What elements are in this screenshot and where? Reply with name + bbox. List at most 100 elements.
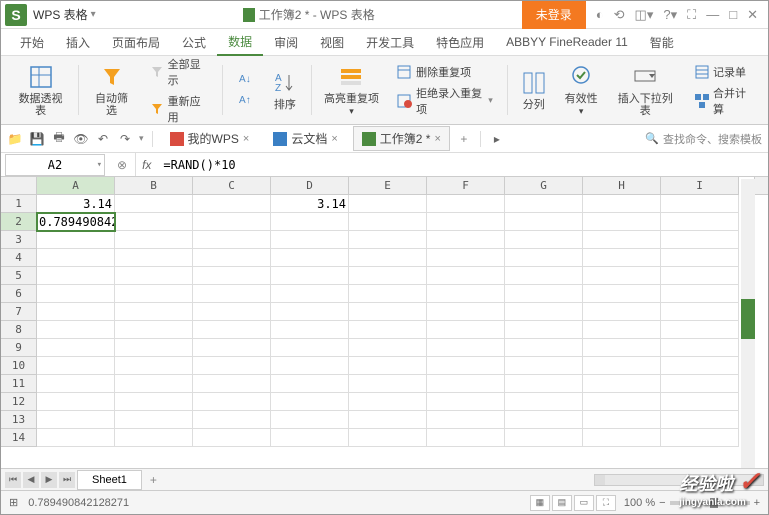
cell-E7[interactable] <box>349 303 427 321</box>
name-box-dropdown-icon[interactable]: ▾ <box>97 160 102 170</box>
cell-H8[interactable] <box>583 321 661 339</box>
cell-H3[interactable] <box>583 231 661 249</box>
cell-A3[interactable] <box>37 231 115 249</box>
cell-D13[interactable] <box>271 411 349 429</box>
add-sheet-icon[interactable]: + <box>144 471 163 489</box>
cell-I9[interactable] <box>661 339 739 357</box>
pin-icon[interactable]: ◫▾ <box>635 7 654 23</box>
insert-dropdown-button[interactable]: 插入下拉列表 <box>609 61 682 119</box>
row-header-10[interactable]: 10 <box>1 357 37 375</box>
reading-view-icon[interactable]: ▭ <box>574 495 594 511</box>
cell-I6[interactable] <box>661 285 739 303</box>
cell-C4[interactable] <box>193 249 271 267</box>
open-icon[interactable]: 📁 <box>7 131 23 147</box>
cell-A12[interactable] <box>37 393 115 411</box>
cell-G8[interactable] <box>505 321 583 339</box>
cell-I3[interactable] <box>661 231 739 249</box>
fx-icon[interactable]: fx <box>136 158 157 172</box>
cell-E6[interactable] <box>349 285 427 303</box>
pivot-table-button[interactable]: 数据透视表 <box>9 61 72 119</box>
cell-E9[interactable] <box>349 339 427 357</box>
save-icon[interactable]: 💾 <box>29 131 45 147</box>
undo-icon[interactable]: ↶ <box>95 131 111 147</box>
cell-F10[interactable] <box>427 357 505 375</box>
vertical-scrollbar[interactable] <box>741 179 755 490</box>
cell-A7[interactable] <box>37 303 115 321</box>
formula-input[interactable]: =RAND()*10 <box>157 153 768 176</box>
cell-F3[interactable] <box>427 231 505 249</box>
cell-A1[interactable]: 3.14 <box>37 195 115 213</box>
col-header-A[interactable]: A <box>37 177 115 195</box>
cell-F1[interactable] <box>427 195 505 213</box>
zoom-level[interactable]: 100 % <box>624 497 655 509</box>
cell-C9[interactable] <box>193 339 271 357</box>
cell-D10[interactable] <box>271 357 349 375</box>
select-all-corner[interactable] <box>1 177 37 195</box>
cell-B9[interactable] <box>115 339 193 357</box>
cell-B11[interactable] <box>115 375 193 393</box>
cell-G7[interactable] <box>505 303 583 321</box>
menu-特色应用[interactable]: 特色应用 <box>425 30 495 55</box>
cell-A10[interactable] <box>37 357 115 375</box>
doctab-cloud[interactable]: 云文档 × <box>264 126 346 151</box>
cell-C2[interactable] <box>193 213 271 231</box>
cell-B12[interactable] <box>115 393 193 411</box>
zoom-in-icon[interactable]: + <box>754 497 760 509</box>
menu-审阅[interactable]: 审阅 <box>263 30 309 55</box>
minimize-icon[interactable]: — <box>706 7 719 22</box>
cell-E3[interactable] <box>349 231 427 249</box>
help-icon[interactable]: ?▾ <box>663 7 677 23</box>
cell-F5[interactable] <box>427 267 505 285</box>
tab-list-icon[interactable]: ▸ <box>489 131 505 147</box>
cell-E4[interactable] <box>349 249 427 267</box>
ribbon-toggle-icon[interactable]: ⛶ <box>687 7 696 23</box>
cell-F4[interactable] <box>427 249 505 267</box>
cell-A5[interactable] <box>37 267 115 285</box>
cell-B6[interactable] <box>115 285 193 303</box>
cell-I8[interactable] <box>661 321 739 339</box>
sheet-first-icon[interactable]: ⏮ <box>5 472 21 488</box>
cell-G5[interactable] <box>505 267 583 285</box>
cell-A14[interactable] <box>37 429 115 447</box>
sort-asc-button[interactable]: A↓ <box>233 70 257 90</box>
cell-I11[interactable] <box>661 375 739 393</box>
menu-视图[interactable]: 视图 <box>309 30 355 55</box>
menu-智能[interactable]: 智能 <box>639 30 685 55</box>
cell-A2[interactable]: 0.789490842 <box>37 213 115 231</box>
row-header-13[interactable]: 13 <box>1 411 37 429</box>
cell-H10[interactable] <box>583 357 661 375</box>
col-header-F[interactable]: F <box>427 177 505 195</box>
row-header-4[interactable]: 4 <box>1 249 37 267</box>
cell-G10[interactable] <box>505 357 583 375</box>
row-header-1[interactable]: 1 <box>1 195 37 213</box>
cell-E2[interactable] <box>349 213 427 231</box>
reapply-button[interactable]: 重新应用 <box>146 91 212 127</box>
cell-H6[interactable] <box>583 285 661 303</box>
sort-button[interactable]: AZ 排序 <box>265 67 305 113</box>
cell-H11[interactable] <box>583 375 661 393</box>
cell-H14[interactable] <box>583 429 661 447</box>
cell-D8[interactable] <box>271 321 349 339</box>
cell-D7[interactable] <box>271 303 349 321</box>
highlight-dup-button[interactable]: 高亮重复项▾ <box>318 61 385 119</box>
cell-F8[interactable] <box>427 321 505 339</box>
consolidate-button[interactable]: 合并计算 <box>690 83 756 119</box>
cell-H2[interactable] <box>583 213 661 231</box>
zoom-out-icon[interactable]: − <box>659 497 665 509</box>
menu-开发工具[interactable]: 开发工具 <box>355 30 425 55</box>
cell-H5[interactable] <box>583 267 661 285</box>
new-tab-icon[interactable]: + <box>456 131 472 147</box>
cell-I12[interactable] <box>661 393 739 411</box>
text-to-columns-button[interactable]: 分列 <box>514 67 554 113</box>
cell-G6[interactable] <box>505 285 583 303</box>
cell-mode-icon[interactable]: ⊞ <box>9 496 18 509</box>
cell-B4[interactable] <box>115 249 193 267</box>
hscroll-left-icon[interactable] <box>595 475 605 485</box>
cell-G3[interactable] <box>505 231 583 249</box>
cell-F2[interactable] <box>427 213 505 231</box>
cell-B5[interactable] <box>115 267 193 285</box>
cell-I7[interactable] <box>661 303 739 321</box>
sheet-last-icon[interactable]: ⏭ <box>59 472 75 488</box>
col-header-C[interactable]: C <box>193 177 271 195</box>
row-header-3[interactable]: 3 <box>1 231 37 249</box>
